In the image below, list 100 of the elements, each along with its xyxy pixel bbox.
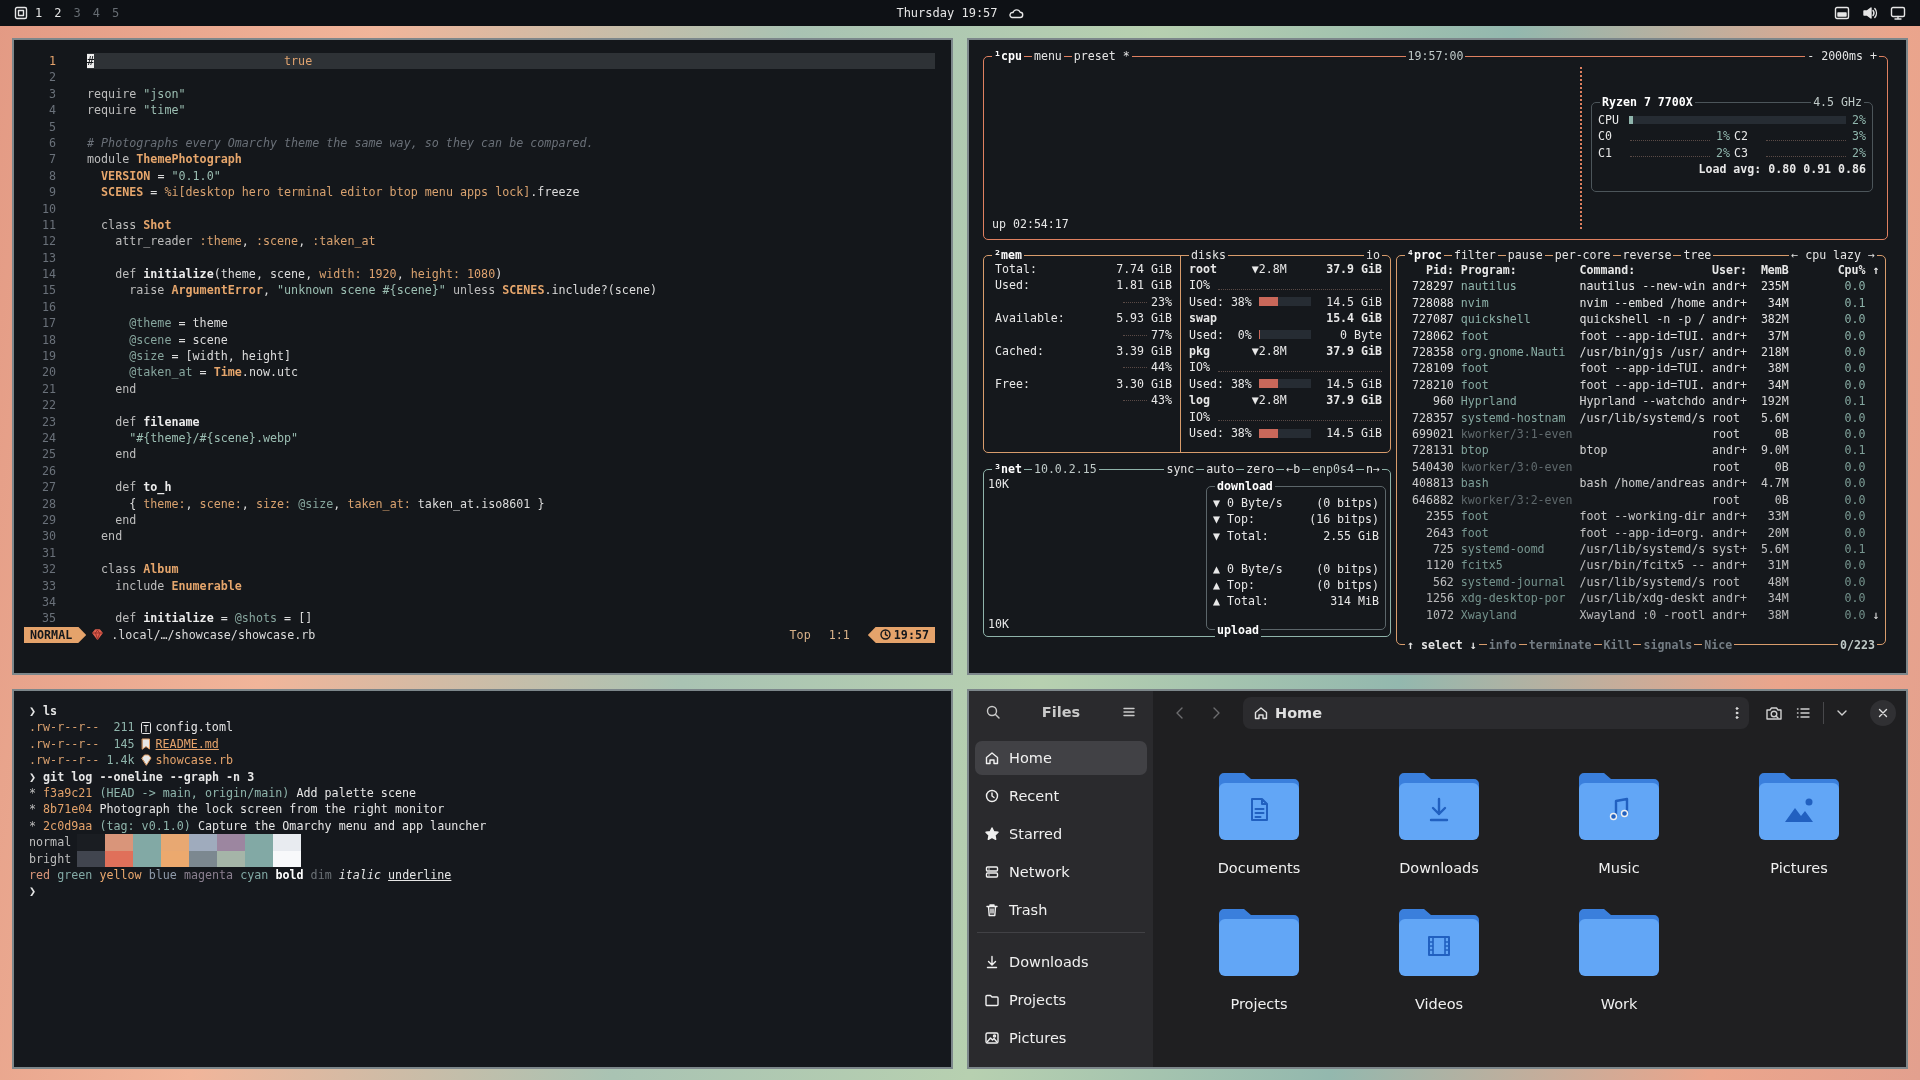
monitor-icon[interactable] [1890, 6, 1906, 20]
column-header[interactable]: User: [1712, 262, 1747, 279]
pid-cell-text: 728357 [1410, 409, 1454, 427]
document-folder-icon[interactable] [1217, 770, 1301, 842]
folder-name: Documents [1217, 859, 1301, 877]
close-button[interactable] [1870, 700, 1896, 726]
palette-label: normal [29, 834, 73, 851]
workspace-button[interactable]: 5 [106, 6, 125, 20]
program-cell-text: foot [1460, 327, 1490, 345]
panel-info: 0/223 [1838, 637, 1877, 653]
column-header[interactable]: Pid: [1405, 262, 1454, 279]
program-cell-text: foot [1460, 524, 1490, 541]
column-header[interactable]: Cpu% [1837, 262, 1866, 279]
folder-icon[interactable] [1577, 906, 1661, 978]
code-line: @size = [width, height] [128, 348, 292, 365]
pid-cell-text: 728109 [1410, 360, 1454, 377]
gem-icon [92, 629, 104, 641]
screen-icon[interactable] [1834, 6, 1850, 20]
stat-label: ▲ Top: [1213, 576, 1255, 594]
panel-option[interactable]: ← cpu lazy → [1789, 247, 1877, 263]
line-number: 10 [40, 200, 56, 217]
cpu-cell-text: 0.0 [1843, 606, 1866, 623]
line-number: 23 [40, 413, 56, 430]
sidebar-item[interactable]: Pictures [975, 1021, 1147, 1055]
sidebar-item[interactable]: Trash [975, 893, 1147, 927]
column-header[interactable]: MemB [1753, 262, 1789, 279]
path-bar[interactable]: Home [1243, 697, 1749, 729]
camera-search-icon[interactable] [1765, 705, 1783, 721]
sidebar-item[interactable]: Starred [975, 817, 1147, 851]
core-percent: 2% [1716, 144, 1730, 162]
command-cell: quickshell -n -p / [1579, 311, 1706, 328]
pid-cell-text: 728297 [1410, 278, 1454, 295]
command-cell: foot --app-id=org. [1579, 524, 1706, 541]
line-number: 21 [40, 380, 56, 398]
memory-label: Total: [995, 261, 1037, 278]
memory-cell-text: 48M [1766, 573, 1789, 591]
sidebar-item[interactable]: Recent [975, 779, 1147, 813]
user-cell: andr+ [1712, 442, 1747, 459]
line-number: 7 [47, 151, 56, 168]
pid-cell-text: 646882 [1410, 491, 1454, 509]
sidebar-item[interactable]: Home [975, 741, 1147, 775]
memory-cell-text: 0B [1773, 458, 1789, 476]
more-icon[interactable] [1735, 706, 1739, 720]
command-cell: /usr/lib/systemd/s [1579, 540, 1706, 558]
folder-name: Videos [1414, 995, 1464, 1013]
disk-used: 14.5 GiB [1325, 375, 1382, 393]
disk-used-label: Used: 0% [1189, 326, 1253, 343]
cpu-cell-text: 0.0 [1843, 590, 1866, 607]
music-folder-icon[interactable] [1577, 770, 1661, 842]
sidebar-item[interactable]: Projects [975, 983, 1147, 1017]
cpu-cell-text: 0.0 [1843, 327, 1866, 345]
scroll-down-arrow[interactable]: ↓ [1872, 606, 1880, 623]
line-number: 15 [40, 282, 56, 299]
workspace-button[interactable]: 1 [30, 6, 48, 20]
stat-value: (0 bitps) [1316, 560, 1379, 577]
program-cell-text: foot [1460, 360, 1490, 377]
code-line: "#{theme}/#{scene}.webp" [128, 430, 299, 447]
column-header[interactable]: Command: [1579, 262, 1706, 279]
workspace-button[interactable]: 3 [68, 6, 86, 20]
memory-cell-text: 34M [1766, 294, 1789, 312]
search-icon[interactable] [985, 704, 1001, 720]
io-label: IO% [1189, 359, 1210, 376]
panel-title: Ryzen 7 7700X [1600, 94, 1695, 110]
code-line: class Shot [100, 216, 172, 234]
workspace-button[interactable]: 4 [87, 6, 105, 20]
pid-cell-text: 1072 [1424, 606, 1454, 623]
panel-option[interactable]: preset * [1071, 48, 1132, 64]
list-view-icon[interactable] [1795, 705, 1811, 721]
core-label: C0 [1598, 128, 1612, 145]
line-number: 14 [40, 266, 56, 283]
picture-folder-icon[interactable] [1757, 770, 1841, 842]
user-cell: andr+ [1712, 508, 1747, 525]
column-header[interactable]: Program: [1460, 262, 1573, 279]
scroll-up-arrow[interactable]: ↑ [1872, 262, 1880, 279]
sidebar-item[interactable]: Network [975, 855, 1147, 889]
user-cell: andr+ [1712, 294, 1747, 312]
disk-name: pkg [1189, 342, 1211, 360]
core-label: C1 [1598, 144, 1612, 162]
program-cell-text: Xwayland [1460, 606, 1518, 623]
user-cell: andr+ [1712, 360, 1747, 377]
gem-icon [140, 754, 152, 767]
download-folder-icon[interactable] [1397, 770, 1481, 842]
user-cell-text: root [1712, 409, 1741, 427]
folder-icon[interactable] [1217, 906, 1301, 978]
window-icon[interactable] [14, 6, 28, 20]
code-line: end [114, 511, 137, 529]
memory-cell-text: 218M [1759, 344, 1789, 361]
command-cell: /usr/lib/systemd/s [1579, 573, 1706, 591]
disk-used: 14.5 GiB [1325, 424, 1382, 442]
line-number: 29 [40, 511, 56, 529]
memory-cell-text: 34M [1766, 376, 1789, 394]
user-cell: andr+ [1712, 557, 1747, 574]
line-number: 3 [47, 85, 56, 103]
workspace-button[interactable]: 2 [49, 6, 67, 20]
film-folder-icon[interactable] [1397, 906, 1481, 978]
cloud-icon [1007, 7, 1024, 19]
pid-cell-text: 2355 [1424, 508, 1454, 525]
volume-icon[interactable] [1862, 6, 1878, 20]
program-cell: kworker/3:0-even [1460, 458, 1573, 476]
sidebar-item[interactable]: Downloads [975, 945, 1147, 979]
